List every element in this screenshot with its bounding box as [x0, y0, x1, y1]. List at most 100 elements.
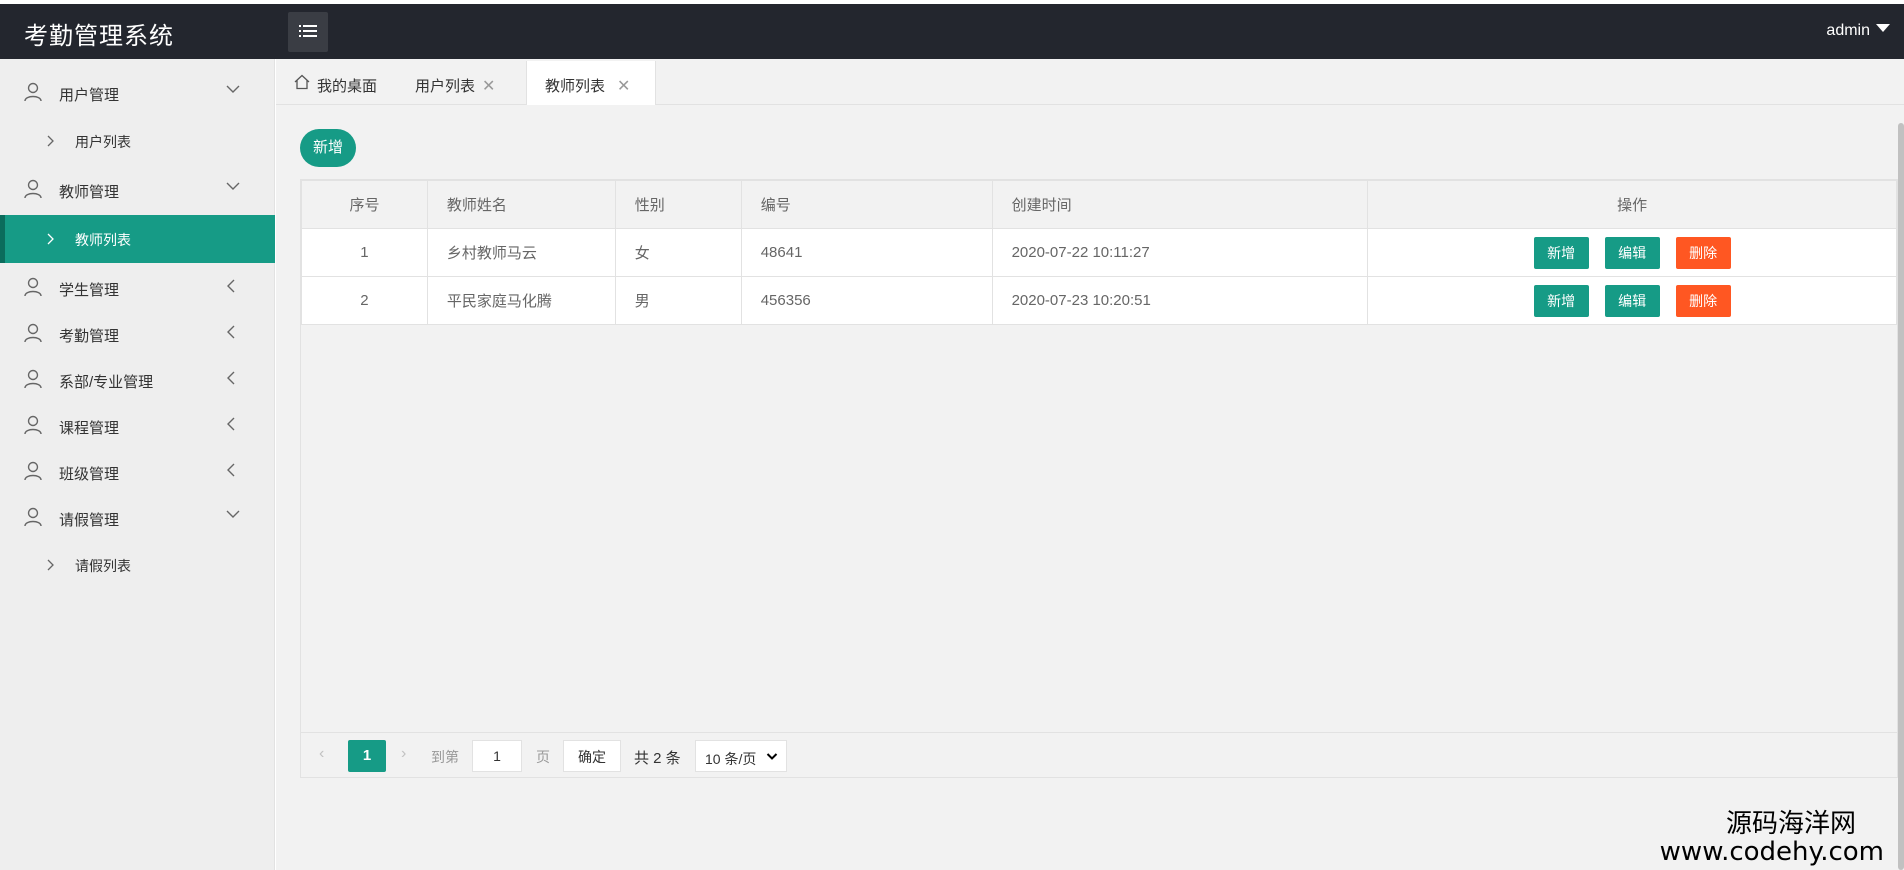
close-icon[interactable]: ✕: [482, 76, 495, 96]
sidebar-group-class-management[interactable]: 班级管理: [0, 449, 275, 493]
table-header-row: 序号 教师姓名 性别 编号 创建时间 操作: [301, 180, 1897, 229]
pagination: ‹ 1 › 到第 页 确定 共 2 条 10 条/页: [301, 732, 1897, 778]
user-icon: [24, 507, 42, 527]
watermark: 源码海洋网 www.codehy.com: [1660, 808, 1884, 866]
sidebar-item-user-list[interactable]: 用户列表: [0, 117, 275, 165]
total-count: 共 2 条: [634, 750, 681, 767]
sidebar-item-label: 教师列表: [75, 232, 131, 248]
sidebar-group-course-management[interactable]: 课程管理: [0, 403, 275, 447]
sidebar-group-label: 学生管理: [59, 282, 120, 299]
cell-number: 456356: [740, 276, 993, 325]
chevron-left-icon: [227, 371, 235, 385]
tab-teacher-list[interactable]: 教师列表 ✕: [526, 61, 656, 105]
sidebar-item-label: 用户列表: [75, 134, 131, 150]
cell-number: 48641: [740, 228, 993, 277]
sidebar-group-label: 考勤管理: [59, 328, 120, 345]
watermark-line2: www.codehy.com: [1659, 837, 1884, 867]
goto-prefix: 到第: [431, 749, 459, 765]
chevron-right-icon: [47, 233, 54, 245]
sidebar-group-user-management[interactable]: 用户管理: [0, 70, 275, 114]
row-edit-button[interactable]: 编辑: [1604, 236, 1660, 269]
sidebar-group-label: 课程管理: [59, 420, 120, 437]
column-header-number: 编号: [740, 180, 993, 229]
menu-toggle-button[interactable]: [288, 12, 328, 52]
table-row: 1 乡村教师马云 女 48641 2020-07-22 10:11:27 新增编…: [301, 228, 1897, 277]
main-content: 新增 序号 教师姓名 性别 编号 创建时间 操作 1 乡村教师马云 女 4864…: [276, 105, 1904, 870]
sidebar-group-leave-management[interactable]: 请假管理: [0, 495, 275, 539]
column-header-created: 创建时间: [991, 180, 1369, 229]
goto-suffix: 页: [536, 749, 550, 765]
user-icon: [24, 461, 42, 481]
tab-bar: 我的桌面 用户列表 ✕ 教师列表 ✕: [276, 59, 1904, 105]
row-add-button[interactable]: 新增: [1533, 284, 1589, 317]
chevron-right-icon: [47, 135, 54, 147]
caret-down-icon: [1876, 24, 1890, 32]
top-header: 考勤管理系统 admin: [0, 4, 1904, 59]
app-title: 考勤管理系统: [24, 23, 174, 50]
sidebar-item-leave-list[interactable]: 请假列表: [0, 541, 275, 589]
tab-label: 我的桌面: [317, 78, 378, 95]
current-page-button[interactable]: 1: [348, 740, 386, 772]
cell-gender: 男: [614, 276, 742, 325]
home-icon: [294, 74, 310, 90]
user-icon: [24, 415, 42, 435]
teacher-table-panel: 序号 教师姓名 性别 编号 创建时间 操作 1 乡村教师马云 女 48641 2…: [300, 179, 1898, 778]
page-size-select[interactable]: 10 条/页: [695, 740, 787, 772]
page-size-value: 10 条/页: [705, 751, 757, 767]
prev-page-icon[interactable]: ‹: [319, 745, 324, 763]
sidebar-group-label: 班级管理: [59, 466, 120, 483]
next-page-icon[interactable]: ›: [401, 745, 406, 763]
close-icon[interactable]: ✕: [617, 76, 630, 96]
sidebar-group-department-management[interactable]: 系部/专业管理: [0, 357, 275, 401]
cell-created: 2020-07-23 10:20:51: [991, 276, 1369, 325]
user-icon: [24, 82, 42, 102]
cell-created: 2020-07-22 10:11:27: [991, 228, 1369, 277]
sidebar-group-label: 教师管理: [59, 184, 120, 201]
vertical-scrollbar[interactable]: [1898, 123, 1904, 870]
user-icon: [24, 179, 42, 199]
add-teacher-button[interactable]: 新增: [300, 129, 356, 167]
tab-label: 教师列表: [545, 78, 606, 95]
row-delete-button[interactable]: 删除: [1675, 236, 1731, 269]
cell-index: 2: [301, 276, 428, 325]
tab-my-desktop[interactable]: 我的桌面: [276, 61, 390, 105]
teacher-table: 序号 教师姓名 性别 编号 创建时间 操作 1 乡村教师马云 女 48641 2…: [301, 180, 1897, 325]
chevron-left-icon: [227, 325, 235, 339]
goto-confirm-button[interactable]: 确定: [563, 740, 621, 772]
cell-name: 乡村教师马云: [426, 228, 616, 277]
cell-gender: 女: [614, 228, 742, 277]
tab-user-list[interactable]: 用户列表 ✕: [390, 61, 520, 105]
table-row: 2 平民家庭马化腾 男 456356 2020-07-23 10:20:51 新…: [301, 276, 1897, 325]
watermark-line1: 源码海洋网: [1725, 808, 1856, 838]
chevron-down-icon: [226, 85, 240, 93]
cell-name: 平民家庭马化腾: [426, 276, 616, 325]
row-add-button[interactable]: 新增: [1533, 236, 1589, 269]
goto-page-input[interactable]: [472, 740, 522, 772]
sidebar-group-label: 请假管理: [59, 512, 120, 529]
chevron-left-icon: [227, 417, 235, 431]
cell-actions: 新增 编辑 删除: [1367, 228, 1897, 277]
sidebar-group-attendance-management[interactable]: 考勤管理: [0, 311, 275, 355]
user-icon: [24, 323, 42, 343]
chevron-down-icon: [226, 182, 240, 190]
chevron-down-icon: [226, 510, 240, 518]
sidebar-group-label: 系部/专业管理: [59, 374, 154, 391]
sidebar-item-label: 请假列表: [75, 558, 131, 574]
row-delete-button[interactable]: 删除: [1675, 284, 1731, 317]
column-header-gender: 性别: [614, 180, 742, 229]
column-header-actions: 操作: [1367, 180, 1897, 229]
user-menu[interactable]: admin: [1826, 22, 1890, 40]
chevron-right-icon: [47, 559, 54, 571]
sidebar-item-teacher-list[interactable]: 教师列表: [0, 215, 275, 263]
column-header-name: 教师姓名: [426, 180, 616, 229]
column-header-index: 序号: [301, 180, 428, 229]
row-edit-button[interactable]: 编辑: [1604, 284, 1660, 317]
sidebar: 用户管理 用户列表 教师管理 教师列表 学生管理 考勤管理 系部/专业管理 课程…: [0, 59, 275, 870]
sidebar-group-student-management[interactable]: 学生管理: [0, 265, 275, 309]
sidebar-group-teacher-management[interactable]: 教师管理: [0, 167, 275, 211]
user-icon: [24, 277, 42, 297]
user-name: admin: [1826, 22, 1870, 39]
list-icon: [299, 25, 317, 37]
chevron-left-icon: [227, 279, 235, 293]
chevron-left-icon: [227, 463, 235, 477]
